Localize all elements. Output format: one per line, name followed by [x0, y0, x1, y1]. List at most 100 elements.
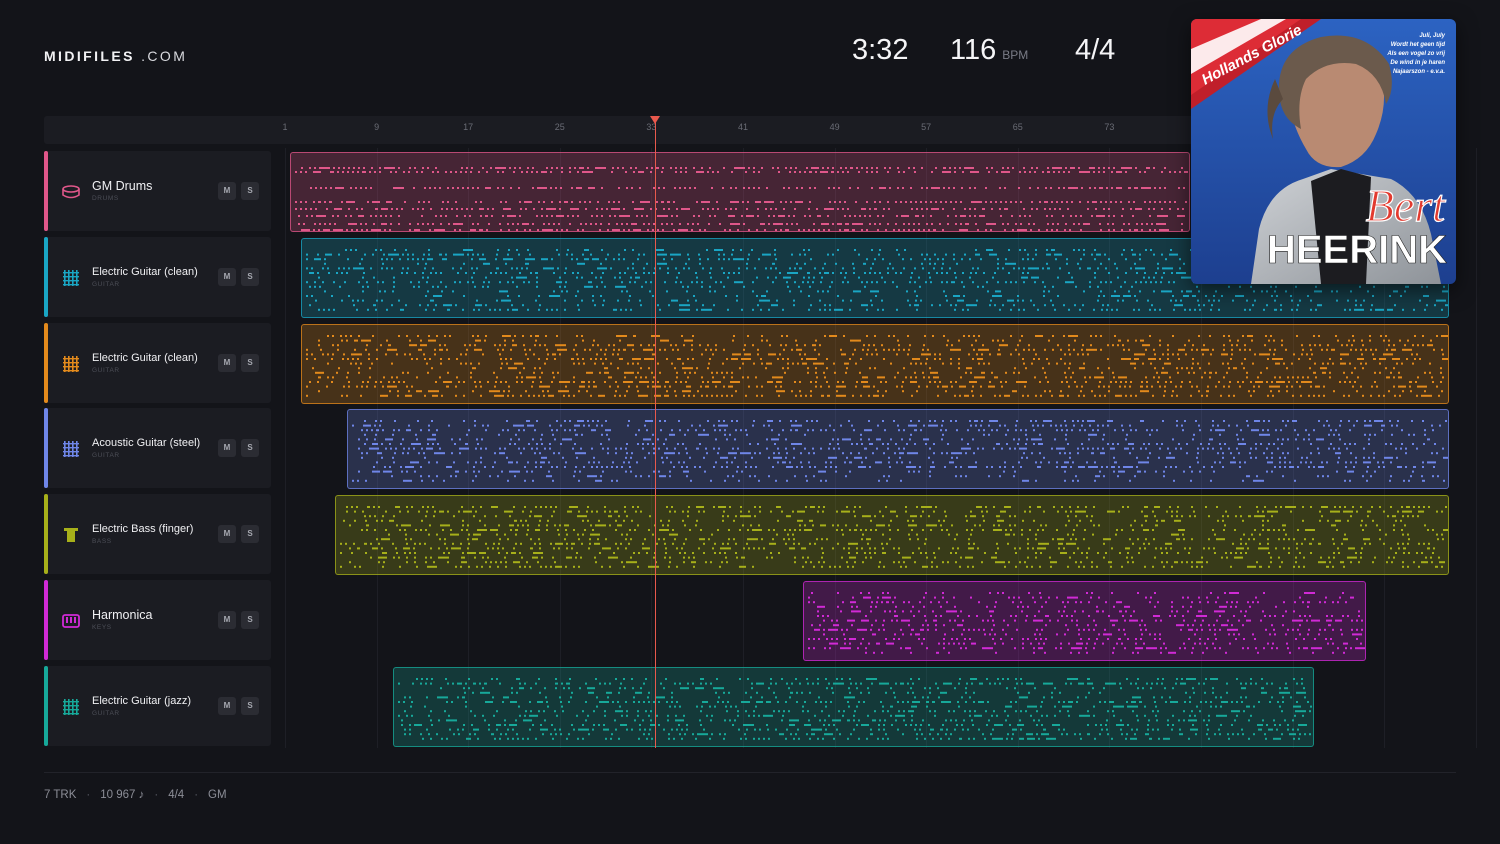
mute-button[interactable]: M — [218, 525, 236, 544]
guitar-fretboard-icon — [61, 268, 81, 288]
solo-button[interactable]: S — [241, 267, 259, 286]
track-header[interactable]: Acoustic Guitar (steel) GUITAR M S — [44, 408, 271, 489]
ruler-tick: 65 — [1012, 122, 1023, 132]
midi-clip[interactable] — [290, 152, 1190, 232]
track-category: DRUMS — [92, 195, 119, 202]
track-name: Acoustic Guitar (steel) — [92, 437, 201, 450]
time-readout: 3:32 — [852, 34, 908, 67]
track-header[interactable]: Electric Guitar (clean) GUITAR M S — [44, 322, 271, 403]
file-summary: 7 TRK · 10 967 ♪ · 4/4 · GM — [44, 789, 227, 801]
note-pattern — [306, 334, 1448, 397]
keys-icon — [61, 611, 81, 631]
mute-button[interactable]: M — [218, 182, 236, 200]
midi-clip[interactable] — [301, 323, 1449, 404]
song-5: Najaarszon - e.v.a. — [1393, 69, 1445, 75]
track-category: GUITAR — [92, 452, 120, 460]
meter-value: 4/4 — [1075, 34, 1116, 66]
footer-divider — [44, 772, 1456, 773]
ruler-tick: 25 — [554, 122, 565, 132]
ruler-tick: 17 — [463, 122, 474, 132]
album-cover-art: Hollands Glorie Juli, July Wordt het gee… — [1191, 19, 1456, 284]
guitar-fretboard-icon — [61, 697, 81, 717]
track-name: Electric Guitar (clean) — [92, 351, 198, 364]
solo-button[interactable]: S — [241, 611, 259, 629]
note-count: 10 967 ♪ — [100, 789, 145, 801]
midi-clip[interactable] — [347, 409, 1449, 490]
track-header[interactable]: Electric Bass (finger) BASS M S — [44, 494, 271, 575]
ruler-tick: 9 — [374, 122, 380, 132]
bar-grid-line — [1475, 148, 1477, 748]
mute-button[interactable]: M — [218, 267, 236, 286]
drum-icon — [61, 182, 81, 202]
brand-logo: MIDIFILES .COM — [44, 48, 187, 64]
track-category: BASS — [92, 538, 112, 546]
mute-button[interactable]: M — [218, 439, 236, 458]
mute-button[interactable]: M — [218, 611, 236, 629]
track-name: GM Drums — [92, 179, 153, 193]
playhead[interactable] — [655, 120, 656, 748]
ruler-tick: 49 — [829, 122, 840, 132]
track-category: GUITAR — [92, 366, 120, 374]
solo-button[interactable]: S — [241, 439, 259, 458]
guitar-fretboard-icon — [61, 354, 81, 374]
track-color-strip — [44, 236, 48, 317]
note-pattern — [340, 506, 1448, 568]
separator: · — [154, 789, 159, 801]
ruler-tick: 1 — [282, 122, 288, 132]
ruler-tick: 73 — [1104, 122, 1115, 132]
song-4: De wind in je haren — [1390, 60, 1445, 66]
solo-button[interactable]: S — [241, 353, 259, 372]
separator: · — [194, 789, 199, 801]
track-color-strip — [44, 665, 48, 746]
track-header[interactable]: Electric Guitar (jazz) GUITAR M S — [44, 665, 271, 746]
ruler-tick: 57 — [921, 122, 932, 132]
midi-clip[interactable] — [393, 666, 1314, 747]
track-category: KEYS — [92, 624, 112, 631]
ruler-tick: 41 — [737, 122, 749, 132]
bass-icon — [61, 525, 81, 545]
track-header[interactable]: Harmonica KEYS M S — [44, 580, 271, 660]
solo-button[interactable]: S — [241, 696, 259, 715]
tempo-readout: 116 BPM — [950, 34, 1028, 67]
song-2: Wordt het geen tijd — [1391, 42, 1446, 48]
solo-button[interactable]: S — [241, 182, 259, 200]
mute-button[interactable]: M — [218, 353, 236, 372]
track-name: Electric Guitar (clean) — [92, 265, 198, 278]
brand-domain: .COM — [141, 48, 188, 64]
midi-standard: GM — [208, 789, 227, 801]
note-pattern — [352, 420, 1448, 483]
brand-name: MIDIFILES — [44, 48, 135, 64]
track-name: Electric Guitar (jazz) — [92, 694, 192, 707]
time-signature: 4/4 — [168, 789, 185, 801]
solo-button[interactable]: S — [241, 525, 259, 544]
track-count: 7 TRK — [44, 789, 77, 801]
note-pattern — [808, 592, 1365, 654]
midi-clip[interactable] — [803, 581, 1366, 661]
track-color-strip — [44, 494, 48, 575]
track-color-strip — [44, 408, 48, 489]
bar-grid-line — [285, 148, 286, 748]
midi-clip[interactable] — [335, 495, 1449, 576]
album-cover: Hollands Glorie Juli, July Wordt het gee… — [1191, 19, 1456, 284]
track-header[interactable]: GM Drums DRUMS M S — [44, 151, 271, 231]
note-pattern — [295, 167, 1188, 231]
track-category: GUITAR — [92, 280, 120, 288]
track-color-strip — [44, 580, 48, 660]
artist-first-name: Bert — [1366, 180, 1446, 231]
track-name: Harmonica — [92, 608, 153, 622]
artist-last-name: HEERINK — [1267, 228, 1447, 272]
mute-button[interactable]: M — [218, 696, 236, 715]
guitar-fretboard-icon — [61, 439, 81, 459]
time-value: 3:32 — [852, 34, 909, 66]
track-category: GUITAR — [92, 709, 120, 717]
song-3: Als een vogel zo vrij — [1386, 51, 1445, 57]
separator: · — [86, 789, 91, 801]
song-1: Juli, July — [1419, 33, 1445, 39]
tempo-unit: BPM — [1002, 48, 1029, 62]
note-pattern — [398, 677, 1312, 740]
track-color-strip — [44, 151, 48, 231]
track-color-strip — [44, 322, 48, 403]
track-header[interactable]: Electric Guitar (clean) GUITAR M S — [44, 236, 271, 317]
track-name: Electric Bass (finger) — [92, 523, 194, 536]
meter-readout: 4/4 — [1075, 34, 1115, 67]
